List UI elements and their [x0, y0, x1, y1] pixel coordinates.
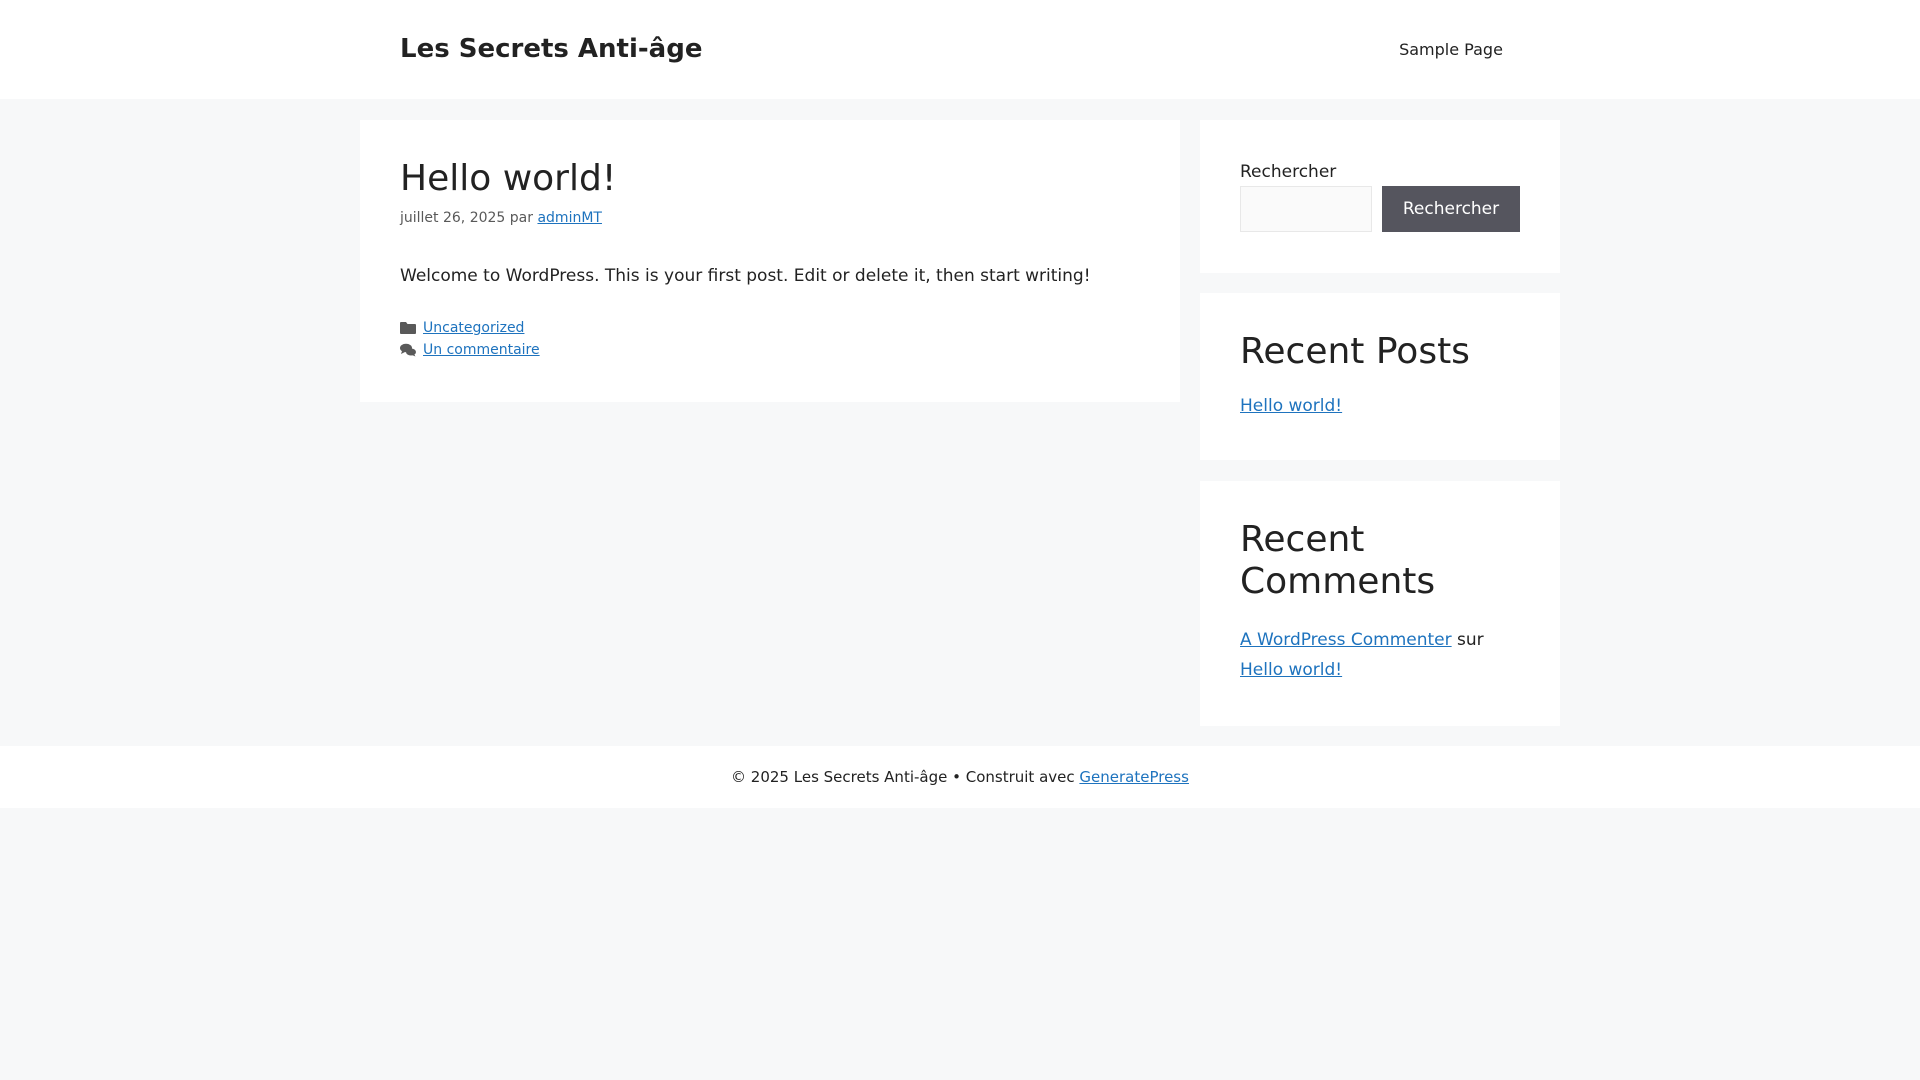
footer-credit-link[interactable]: GeneratePress: [1079, 768, 1189, 786]
post-category-link[interactable]: Uncategorized: [423, 318, 524, 338]
search-input[interactable]: [1240, 186, 1372, 232]
post-meta: juillet 26, 2025 par adminMT: [400, 208, 602, 228]
comment-author-link[interactable]: A WordPress Commenter: [1240, 630, 1452, 650]
recent-comments-title: Recent Comments: [1240, 519, 1436, 602]
recent-posts-widget: Recent Posts Hello world!: [1200, 293, 1560, 460]
site-footer: © 2025 Les Secrets Anti-âge • Construit …: [0, 746, 1920, 808]
post-comments-link[interactable]: Un commentaire: [423, 340, 540, 360]
recent-comments-widget: Recent Comments A WordPress Commenter su…: [1200, 481, 1560, 726]
folder-icon: [400, 321, 416, 335]
main-navigation: Sample Page: [1383, 32, 1519, 66]
recent-post-link[interactable]: Hello world!: [1240, 393, 1342, 419]
post-date: juillet 26, 2025: [400, 210, 506, 226]
footer-copyright: © 2025 Les Secrets Anti-âge • Construit …: [731, 768, 1075, 786]
post-by-label: par: [509, 210, 534, 226]
recent-comment-item: A WordPress Commenter sur Hello world!: [1240, 625, 1520, 685]
comment-connector: sur: [1457, 630, 1484, 650]
comments-icon: [400, 343, 416, 357]
comment-post-link[interactable]: Hello world!: [1240, 660, 1342, 680]
site-title-link[interactable]: Les Secrets Anti-âge: [400, 32, 702, 66]
nav-item-sample-page[interactable]: Sample Page: [1399, 40, 1503, 59]
search-widget: Rechercher Rechercher: [1200, 120, 1560, 273]
post-category-line: Uncategorized: [400, 318, 524, 338]
recent-posts-title: Recent Posts: [1240, 331, 1470, 372]
post-content: Welcome to WordPress. This is your first…: [400, 266, 1091, 286]
search-label: Rechercher: [1240, 162, 1337, 182]
search-button[interactable]: Rechercher: [1382, 186, 1520, 232]
site-header: Les Secrets Anti-âge Sample Page: [0, 0, 1920, 99]
post-article: Hello world! juillet 26, 2025 par adminM…: [360, 120, 1180, 402]
post-comments-line: Un commentaire: [400, 340, 540, 360]
post-author-link[interactable]: adminMT: [537, 210, 602, 226]
post-title: Hello world!: [400, 158, 617, 199]
